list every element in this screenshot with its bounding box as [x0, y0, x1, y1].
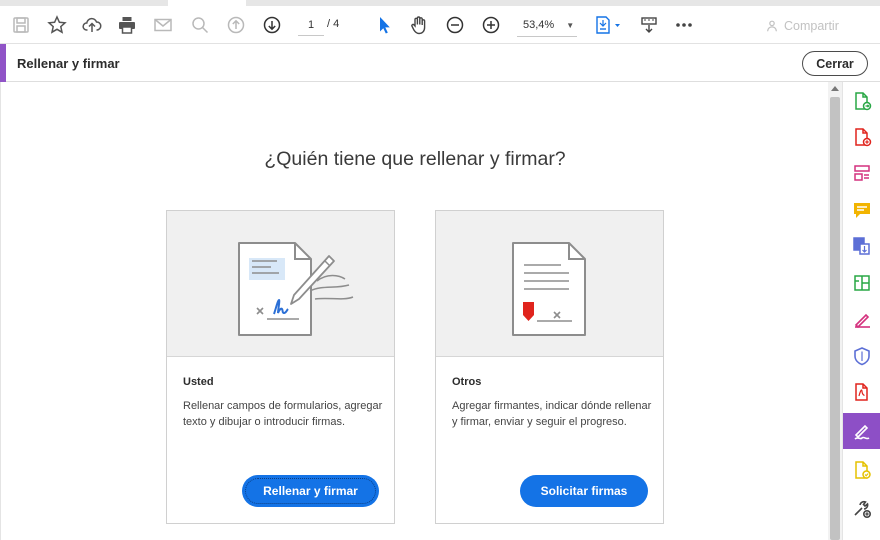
bookmark-star-icon[interactable] — [44, 12, 70, 38]
share-button[interactable]: Compartir — [765, 17, 839, 35]
more-options-icon[interactable] — [671, 12, 697, 38]
main-content: ¿Quién tiene que rellenar y firmar? Uste… — [0, 82, 828, 540]
vertical-scrollbar[interactable] — [828, 82, 842, 540]
scrollbar-thumb[interactable] — [830, 97, 840, 540]
zoom-level-select[interactable]: 53,4% ▼ — [517, 14, 577, 37]
card-you: Usted Rellenar campos de formularios, ag… — [166, 210, 395, 524]
tool-title: Rellenar y firmar — [17, 56, 120, 71]
protect-shield-icon[interactable] — [843, 338, 880, 374]
organize-pages-icon[interactable] — [843, 155, 880, 191]
fill-and-sign-button[interactable]: Rellenar y firmar — [242, 475, 379, 507]
fill-sign-active-icon[interactable] — [843, 413, 880, 449]
request-signatures-button[interactable]: Solicitar firmas — [520, 475, 648, 507]
scroll-mode-icon[interactable] — [636, 12, 662, 38]
zoom-out-icon[interactable] — [442, 12, 468, 38]
card-others-title: Otros — [452, 376, 482, 388]
fit-page-icon[interactable] — [591, 12, 625, 38]
chevron-down-icon: ▼ — [566, 20, 575, 30]
card-others: Otros Agregar firmantes, indicar dónde r… — [435, 210, 664, 524]
email-icon[interactable] — [150, 12, 176, 38]
page-total-label: / 4 — [327, 18, 340, 30]
tool-header-bar: Rellenar y firmar Cerrar — [0, 44, 880, 82]
request-signatures-illustration — [436, 211, 663, 357]
hand-tool-icon[interactable] — [406, 12, 432, 38]
main-toolbar: / 4 53,4% ▼ Compartir — [0, 6, 880, 44]
comment-icon[interactable] — [843, 192, 880, 228]
export-pdf-icon[interactable] — [843, 83, 880, 119]
cloud-upload-icon[interactable] — [79, 12, 105, 38]
tool-accent-bar — [0, 44, 6, 82]
share-button-label: Compartir — [784, 19, 839, 33]
close-button[interactable]: Cerrar — [802, 51, 868, 76]
page-number-input[interactable] — [298, 14, 324, 36]
more-tools-icon[interactable] — [843, 491, 880, 527]
print-icon[interactable] — [114, 12, 140, 38]
fill-sign-illustration — [167, 211, 394, 357]
save-icon[interactable] — [8, 12, 34, 38]
card-others-description: Agregar firmantes, indicar dónde rellena… — [452, 400, 652, 428]
create-pdf-icon[interactable] — [843, 119, 880, 155]
page-question-heading: ¿Quién tiene que rellenar y firmar? — [264, 148, 566, 170]
tools-right-panel — [842, 82, 880, 540]
card-you-description: Rellenar campos de formularios, agregar … — [183, 400, 383, 428]
zoom-value: 53,4% — [523, 19, 555, 31]
select-cursor-icon[interactable] — [371, 12, 397, 38]
card-you-title: Usted — [183, 376, 214, 388]
zoom-in-icon[interactable] — [478, 12, 504, 38]
zoom-search-icon[interactable] — [187, 12, 213, 38]
edit-pdf-icon[interactable] — [843, 265, 880, 301]
scroll-up-arrow-icon[interactable] — [831, 86, 839, 91]
fill-sign-pen-icon[interactable] — [843, 301, 880, 337]
next-page-icon[interactable] — [259, 12, 285, 38]
previous-page-icon[interactable] — [223, 12, 249, 38]
combine-files-icon[interactable] — [843, 228, 880, 264]
send-review-icon[interactable] — [843, 452, 880, 488]
acrobat-pdf-icon[interactable] — [843, 374, 880, 410]
